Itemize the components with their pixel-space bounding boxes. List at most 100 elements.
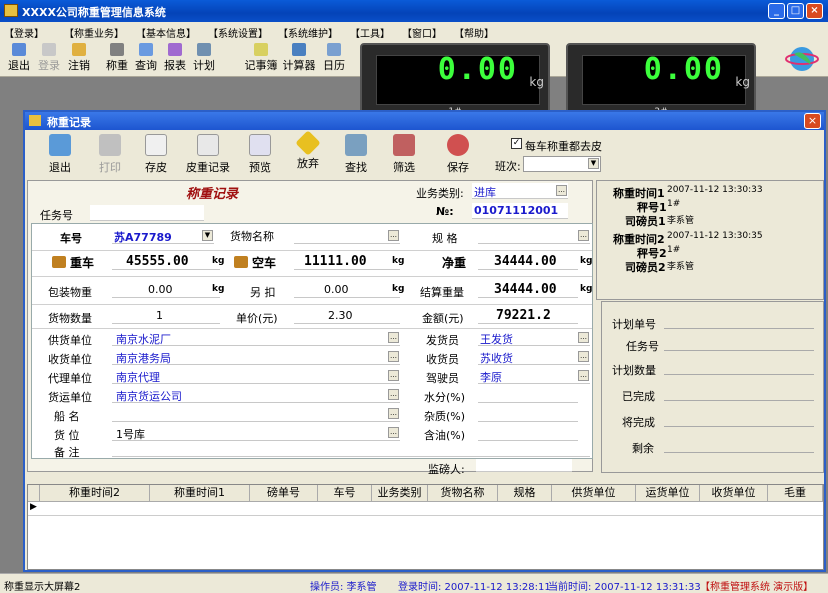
menu-bar: 【登录】 【称重业务】 【基本信息】 【系统设置】 【系统维护】 【工具】 【窗… [0, 22, 828, 41]
menu-maintenance[interactable]: 【系统维护】 [278, 25, 338, 40]
plate-input[interactable]: 苏A77789 ▼ [112, 228, 214, 244]
notepad-button[interactable]: 记事簿 [243, 43, 279, 75]
menu-basic-info[interactable]: 【基本信息】 [136, 25, 196, 40]
menu-login[interactable]: 【登录】 [4, 25, 44, 40]
menu-settings[interactable]: 【系统设置】 [208, 25, 268, 40]
app-title: XXXX公司称重管理信息系统 [22, 6, 166, 19]
weigh-info-panel: 称重时间1 2007-11-12 13:30:33 秤号1 1# 司磅员1 李系… [596, 180, 824, 300]
supplier-input[interactable]: 南京水泥厂… [112, 330, 400, 346]
receiver-unit-input[interactable]: 南京港务局… [112, 349, 400, 365]
more-icon: … [388, 427, 399, 438]
impurity-label: 杂质(%) [424, 410, 466, 423]
exit-door-icon [49, 134, 71, 156]
agent-input[interactable]: 南京代理… [112, 368, 400, 384]
exit-button[interactable]: 退出 [45, 134, 75, 175]
table-row[interactable]: ▶ [28, 502, 823, 516]
calculator-button[interactable]: 计算器 [281, 43, 317, 75]
maximize-button[interactable]: □ [787, 3, 804, 19]
col-header[interactable]: 货物名称 [428, 485, 498, 502]
impurity-input[interactable] [478, 406, 578, 422]
task-no-input[interactable] [90, 205, 204, 221]
menu-tools[interactable]: 【工具】 [350, 25, 390, 40]
login-button[interactable]: 登录 [36, 43, 62, 75]
biz-type-select[interactable]: 进库… [472, 183, 568, 199]
logout-button[interactable]: 退出 [6, 43, 32, 75]
water-input[interactable] [478, 387, 578, 403]
save-tare-button[interactable]: 存皮 [141, 134, 171, 175]
price-input[interactable]: 2.30 [294, 308, 400, 324]
spec-input[interactable]: … [478, 228, 590, 244]
abandon-button[interactable]: 放弃 [293, 130, 323, 171]
shift-select[interactable]: ▼ [523, 156, 601, 172]
remark-label: 备 注 [54, 446, 80, 459]
print-button[interactable]: 打印 [95, 134, 125, 175]
driver-label: 驾驶员 [426, 372, 459, 385]
records-table[interactable]: 称重时间2 称重时间1 磅单号 车号 业务类别 货物名称 规格 供货单位 运货单… [27, 484, 824, 570]
close-button[interactable]: × [806, 3, 823, 19]
price-label: 单价(元) [236, 312, 278, 325]
menu-help[interactable]: 【帮助】 [454, 25, 494, 40]
amount-label: 金额(元) [422, 312, 464, 325]
settle-label: 结算重量 [420, 286, 464, 299]
col-header[interactable]: 业务类别 [372, 485, 428, 502]
plan-info-panel: 计划单号 任务号 计划数量 已完成 将完成 剩余 [601, 301, 824, 473]
minimize-button[interactable]: _ [768, 3, 785, 19]
menu-window[interactable]: 【窗口】 [402, 25, 442, 40]
weigh-button[interactable]: 称重 [104, 43, 130, 75]
quantity-label: 货物数量 [48, 312, 92, 325]
preview-button[interactable]: 预览 [245, 134, 275, 175]
tare-every-checkbox[interactable]: ✓ [511, 138, 522, 149]
deduct-input[interactable]: 0.00 [294, 282, 400, 298]
col-header[interactable]: 规格 [498, 485, 552, 502]
spec-label: 规 格 [432, 232, 458, 245]
col-header[interactable]: 称重时间2 [40, 485, 150, 502]
report-button[interactable]: 报表 [162, 43, 188, 75]
col-header[interactable]: 称重时间1 [150, 485, 250, 502]
driver-input[interactable]: 李原… [478, 368, 590, 384]
remark-input[interactable] [112, 443, 590, 457]
child-close-button[interactable]: × [804, 113, 821, 129]
empty-label: 空车 [252, 256, 277, 270]
biz-type-label: 业务类别: [416, 187, 464, 200]
ship-input[interactable]: … [112, 406, 400, 422]
find-button[interactable]: 查找 [341, 134, 371, 175]
logoff-button[interactable]: 注销 [66, 43, 92, 75]
col-header[interactable]: 车号 [318, 485, 372, 502]
receiver-input[interactable]: 苏收货… [478, 349, 590, 365]
quantity-input[interactable]: 1 [112, 308, 220, 324]
child-title-bar: 称重记录 × [25, 112, 824, 130]
plan-button[interactable]: 计划 [191, 43, 217, 75]
chevron-down-icon: ▼ [588, 158, 599, 169]
oil-input[interactable] [478, 425, 578, 441]
sender-input[interactable]: 王发货… [478, 330, 590, 346]
supervisor-input[interactable] [476, 459, 572, 472]
package-input[interactable]: 0.00 [112, 282, 220, 298]
magnifier-icon [139, 43, 153, 56]
save-button[interactable]: 保存 [443, 134, 473, 175]
door-icon [12, 43, 26, 56]
tare-record-button[interactable]: 皮重记录 [183, 134, 233, 175]
menu-weighing[interactable]: 【称重业务】 [64, 25, 124, 40]
globe-logo-icon [780, 42, 824, 76]
col-header[interactable]: 磅单号 [250, 485, 318, 502]
carrier-label: 货运单位 [48, 391, 92, 404]
filter-button[interactable]: 筛选 [389, 134, 419, 175]
truck-icon [52, 256, 66, 268]
query-button[interactable]: 查询 [133, 43, 159, 75]
goods-input[interactable]: … [294, 228, 400, 244]
goods-label: 货物名称 [230, 230, 274, 243]
location-input[interactable]: 1号库… [112, 425, 400, 441]
status-system: 【称重管理系统 演示版】 [700, 582, 814, 593]
more-icon: … [388, 408, 399, 419]
save-icon [447, 134, 469, 156]
col-header[interactable]: 收货单位 [700, 485, 768, 502]
col-header[interactable]: 运货单位 [636, 485, 700, 502]
col-header[interactable]: 供货单位 [552, 485, 636, 502]
calendar-button[interactable]: 日历 [321, 43, 347, 75]
carrier-input[interactable]: 南京货运公司… [112, 387, 400, 403]
status-current-time: 当前时间: 2007-11-12 13:31:33 [548, 582, 701, 593]
truck-empty-icon [234, 256, 248, 268]
water-label: 水分(%) [424, 391, 466, 404]
col-header[interactable]: 毛重 [768, 485, 823, 502]
child-title: 称重记录 [47, 116, 91, 129]
